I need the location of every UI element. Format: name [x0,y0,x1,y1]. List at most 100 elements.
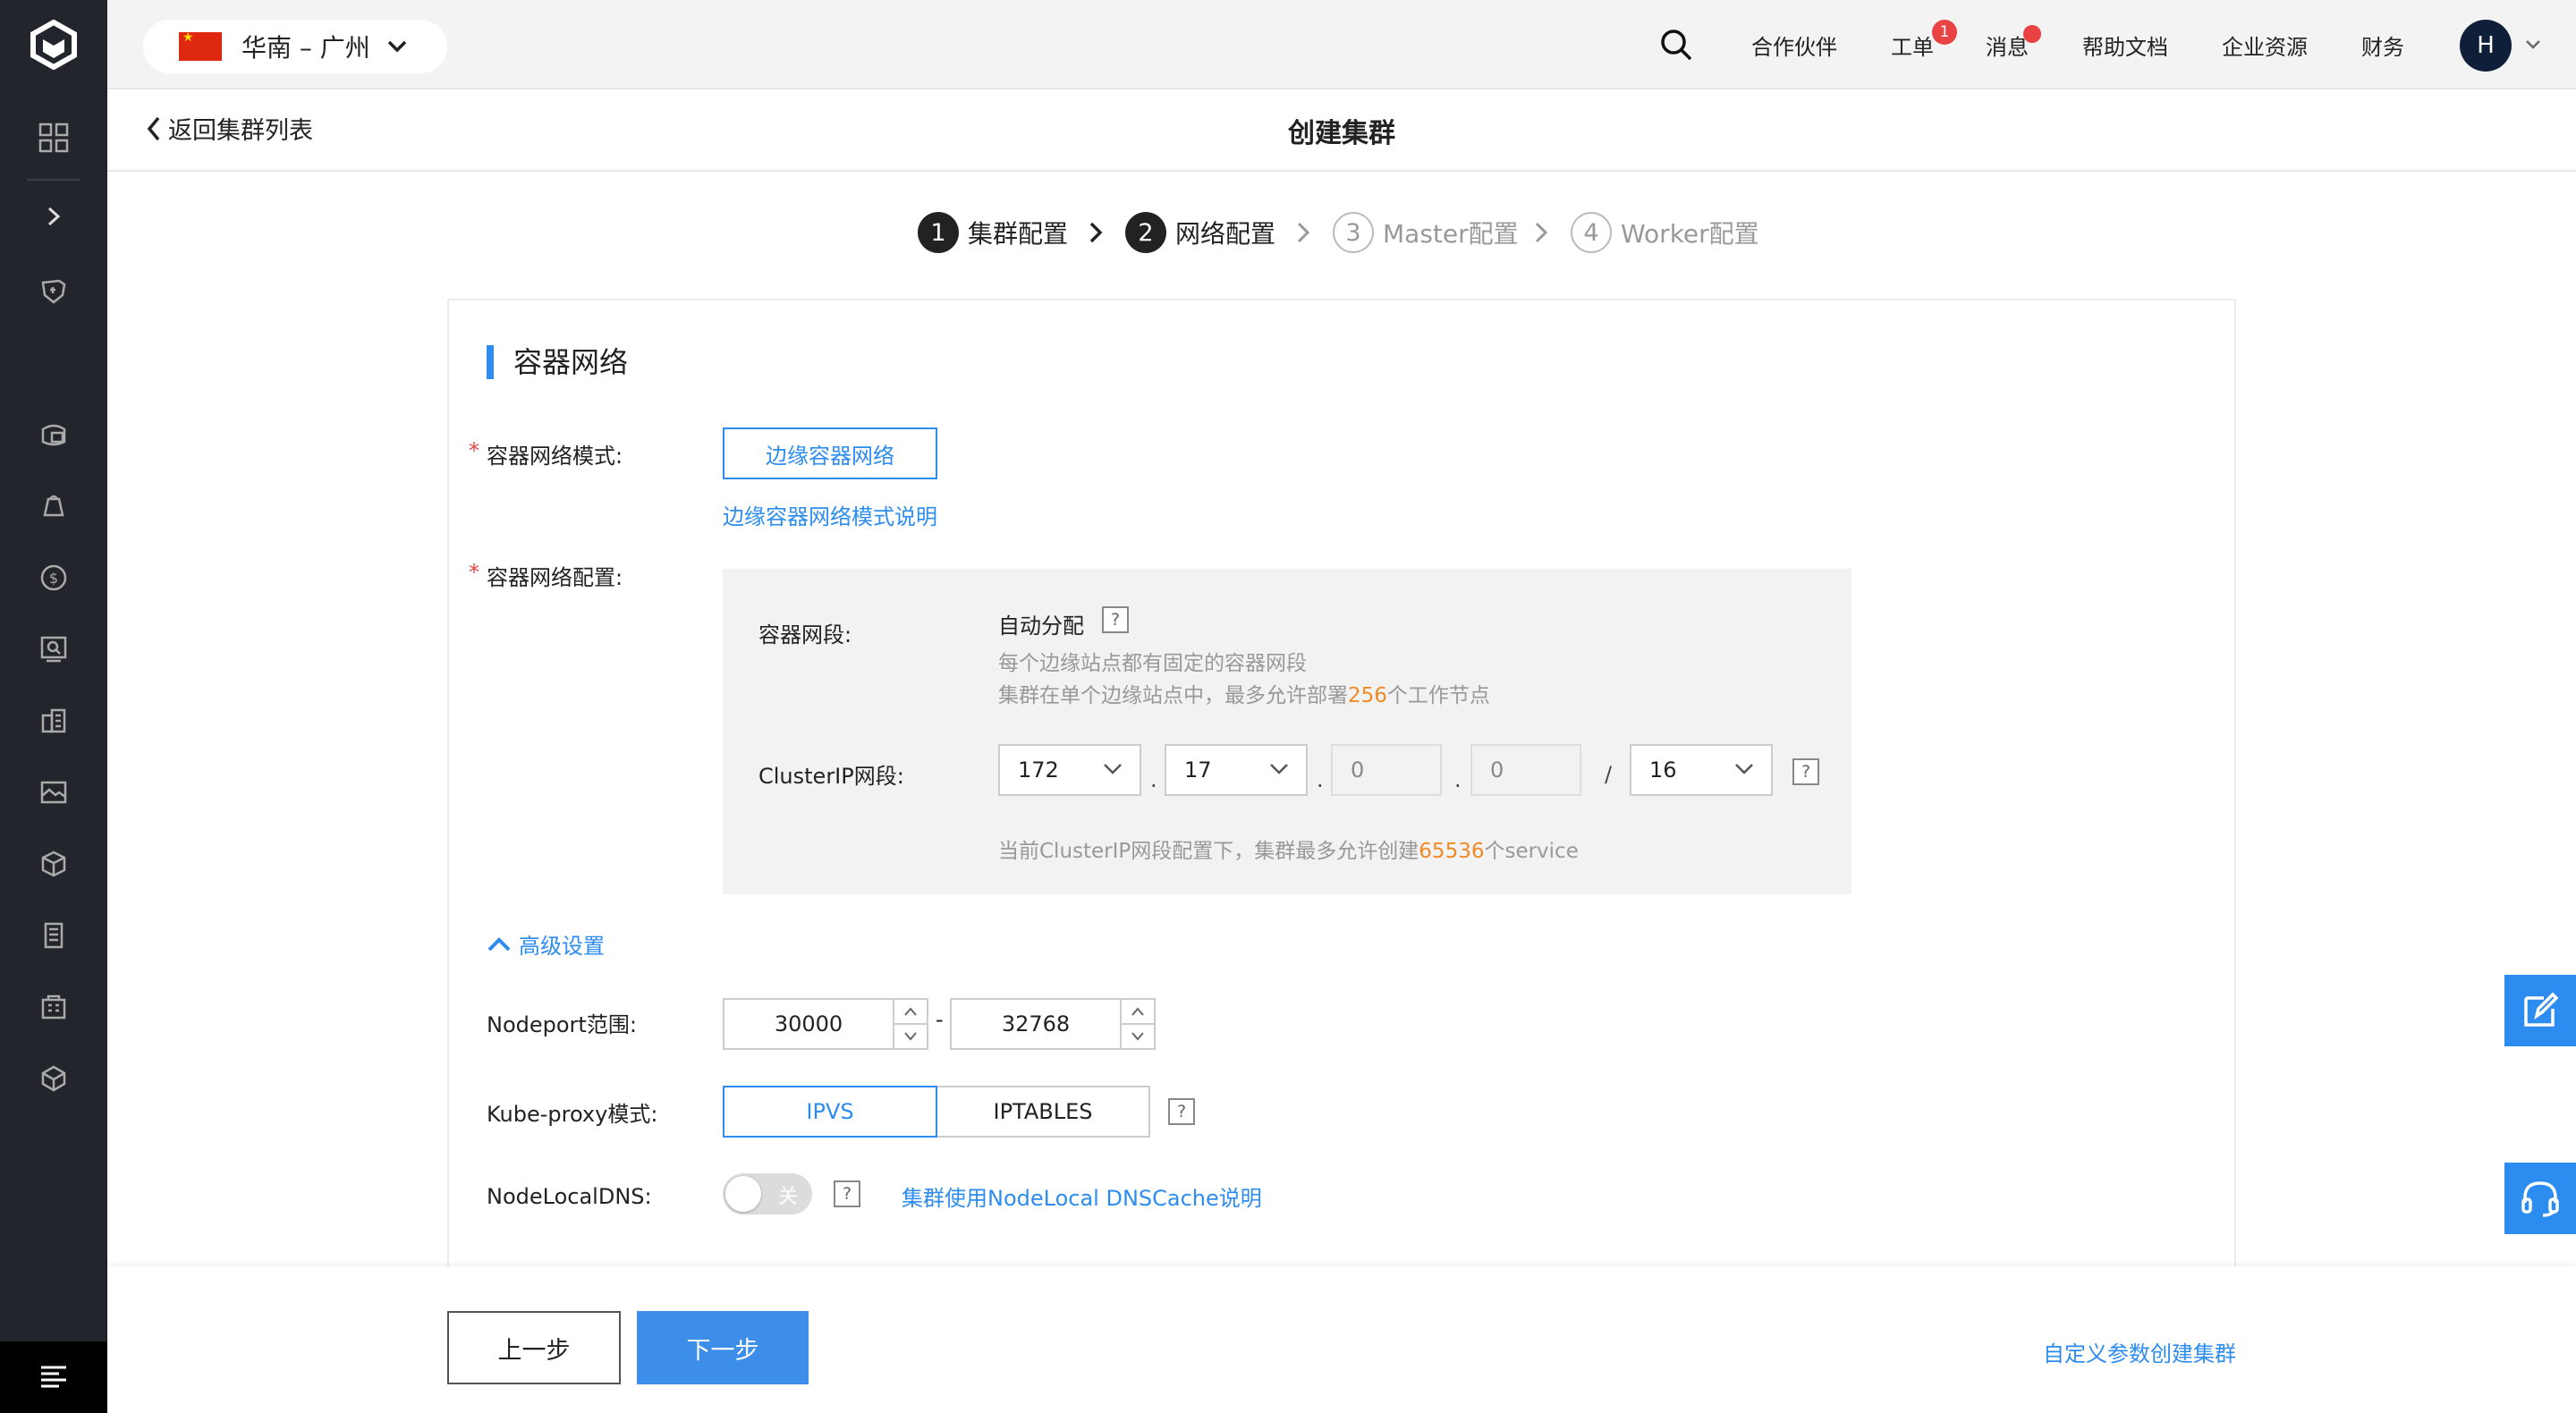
package-icon[interactable] [36,846,72,882]
step-arrow-icon [1088,211,1104,254]
nav-tickets-label: 工单 [1891,34,1934,60]
bag-icon[interactable] [36,488,72,524]
nodeport-max-stepper[interactable] [1120,1000,1154,1048]
nodeport-range-sep: - [936,1007,944,1032]
expand-chevron-icon[interactable] [36,199,72,234]
page-header: 返回集群列表 创建集群 [107,91,2576,172]
network-mode-label: 容器网络模式: [469,438,623,470]
step-1: 1 集群配置 [918,211,1068,254]
clusterip-hint: 当前ClusterIP网段配置下，集群最多允许创建65536个service [998,840,1579,863]
nodelocaldns-help-icon[interactable]: ? [834,1180,860,1207]
ip-slash-sep: / [1605,762,1613,787]
chevron-down-icon [1270,764,1288,774]
chevron-down-icon[interactable] [1122,1025,1154,1048]
step-2-label: 网络配置 [1175,219,1276,249]
step-4-number: 4 [1571,212,1612,253]
kubeproxy-label: Kube-proxy模式: [487,1102,658,1127]
clusterip-octet2-select[interactable]: 17 [1165,744,1308,796]
clusterip-octet1-select[interactable]: 172 [998,744,1141,796]
kubeproxy-help-icon[interactable]: ? [1168,1098,1195,1125]
image-icon[interactable] [36,774,72,810]
feedback-edit-icon[interactable] [2504,975,2576,1046]
left-sidebar: $ [0,0,107,1413]
network-config-box: 容器网段: 自动分配 ? 每个边缘站点都有固定的容器网段 集群在单个边缘站点中，… [723,569,1852,894]
switch-state-label: 关 [777,1186,798,1208]
region-label: 华南 – 广州 [242,33,370,63]
avatar[interactable]: H [2460,20,2512,72]
advanced-settings-toggle[interactable]: 高级设置 [487,928,605,960]
cidr-value: 自动分配 [998,613,1084,639]
grid-icon[interactable] [36,120,72,156]
svg-text:$: $ [49,570,58,587]
network-config-card: 容器网络 容器网络模式: 边缘容器网络 边缘容器网络模式说明 容器网络配置: 容… [447,299,2236,1413]
page-title: 创建集群 [1288,118,1395,149]
nodeport-min-input[interactable]: 30000 [723,998,928,1050]
clusterip-octet4-input: 0 [1470,744,1581,796]
cidr-hint-2: 集群在单个边缘站点中，最多允许部署256个工作节点 [998,684,1490,707]
cidr-label: 容器网段: [758,622,852,647]
menu-toggle-icon[interactable] [0,1341,107,1413]
clusterip-mask-select[interactable]: 16 [1630,744,1773,796]
chevron-down-icon [387,40,407,53]
chevron-down-icon [1104,764,1122,774]
step-1-label: 集群配置 [968,219,1069,249]
section-title: 容器网络 [487,345,628,379]
nodeport-min-stepper[interactable] [893,1000,927,1048]
clusterip-octet3-input: 0 [1331,744,1442,796]
nodelocal-dnscache-link[interactable]: 集群使用NodeLocal DNSCache说明 [902,1180,1262,1212]
building-icon[interactable] [36,703,72,739]
edge-network-mode-link[interactable]: 边缘容器网络模式说明 [723,499,937,530]
search-icon[interactable] [1658,0,1694,89]
step-2-number: 2 [1125,212,1166,253]
prev-step-button[interactable]: 上一步 [447,1311,621,1384]
step-arrow-icon [1533,211,1549,254]
chevron-down-icon[interactable] [894,1025,927,1048]
nodelocaldns-switch[interactable]: 关 [723,1173,812,1214]
cube-icon[interactable] [36,1061,72,1096]
region-selector[interactable]: 华南 – 广州 [143,20,447,73]
messages-dot [2023,25,2041,43]
footer-bar: 上一步 下一步 自定义参数创建集群 [107,1266,2576,1413]
nodeport-label: Nodeport范围: [487,1012,637,1037]
custom-params-link[interactable]: 自定义参数创建集群 [2043,1336,2236,1367]
document-icon[interactable] [36,918,72,953]
nav-partners[interactable]: 合作伙伴 [1751,0,1837,89]
step-3: 3 Master配置 [1333,211,1519,254]
ip-dot-sep: . [1317,767,1324,792]
logo-icon[interactable] [0,0,107,89]
step-4-label: Worker配置 [1621,219,1759,249]
database-icon[interactable] [36,417,72,453]
cidr-help-icon[interactable]: ? [1102,606,1129,633]
china-flag-icon [179,30,222,61]
chevron-up-icon[interactable] [894,1000,927,1025]
step-2: 2 网络配置 [1125,211,1275,254]
cidr-hint-1: 每个边缘站点都有固定的容器网段 [998,652,1307,675]
nodeport-max-input[interactable]: 32768 [950,998,1156,1050]
step-3-number: 3 [1333,212,1374,253]
switch-knob [725,1176,761,1212]
step-1-number: 1 [918,212,959,253]
office-icon[interactable] [36,989,72,1025]
clusterip-label: ClusterIP网段: [758,764,904,789]
kubeproxy-ipvs-option[interactable]: IPVS [723,1086,937,1138]
edge-network-button[interactable]: 边缘容器网络 [723,427,937,479]
nav-finance[interactable]: 财务 [2361,0,2404,89]
support-headset-icon[interactable] [2504,1163,2576,1234]
chevron-up-icon [487,936,511,951]
next-step-button[interactable]: 下一步 [637,1311,809,1384]
avatar-chevron-icon[interactable] [2524,0,2542,89]
step-3-label: Master配置 [1383,219,1519,249]
monitor-search-icon[interactable] [36,631,72,667]
clusterip-help-icon[interactable]: ? [1792,758,1819,785]
nav-messages[interactable]: 消息 [1986,0,2029,89]
shield-icon[interactable] [36,274,72,309]
sidebar-divider [27,179,80,181]
kubeproxy-iptables-option[interactable]: IPTABLES [936,1086,1150,1138]
dollar-icon[interactable]: $ [36,560,72,596]
ip-dot-sep: . [1150,767,1157,792]
chevron-up-icon[interactable] [1122,1000,1154,1025]
nodelocaldns-label: NodeLocalDNS: [487,1184,652,1209]
nav-enterprise[interactable]: 企业资源 [2222,0,2308,89]
nav-tickets[interactable]: 工单 [1891,0,1934,89]
nav-docs[interactable]: 帮助文档 [2082,0,2168,89]
